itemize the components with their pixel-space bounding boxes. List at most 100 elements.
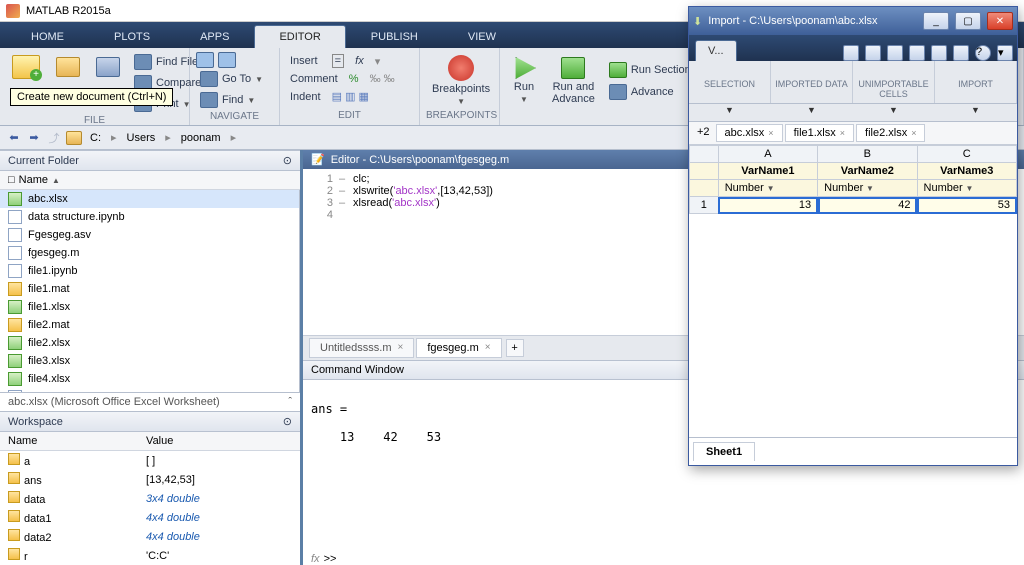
file-row[interactable]: file2.xlsx bbox=[0, 334, 299, 352]
file-row[interactable]: data structure.ipynb bbox=[0, 208, 299, 226]
file-row[interactable]: file1.xlsx bbox=[0, 298, 299, 316]
tab-plots[interactable]: PLOTS bbox=[89, 25, 175, 48]
file-row[interactable]: file3.xlsx bbox=[0, 352, 299, 370]
find-button[interactable]: Find ▼ bbox=[196, 90, 273, 110]
insert-button[interactable]: Insert = fx ▾ bbox=[286, 52, 413, 70]
file-icon bbox=[8, 192, 22, 206]
col-name[interactable]: Name bbox=[0, 432, 138, 451]
editor-tab[interactable]: fgesgeg.m × bbox=[416, 338, 501, 358]
import-file-tab[interactable]: file1.xlsx × bbox=[785, 124, 854, 142]
workspace-row[interactable]: data3x4 double bbox=[0, 489, 300, 508]
import-section[interactable]: IMPORTED DATA bbox=[771, 61, 853, 103]
qat-icon[interactable] bbox=[865, 45, 881, 61]
qat-icon[interactable] bbox=[931, 45, 947, 61]
close-icon[interactable]: × bbox=[911, 128, 916, 138]
file-icon bbox=[8, 282, 22, 296]
tab-publish[interactable]: PUBLISH bbox=[346, 25, 443, 48]
close-icon[interactable]: × bbox=[840, 128, 845, 138]
qat-icon[interactable] bbox=[887, 45, 903, 61]
close-icon[interactable]: × bbox=[485, 342, 491, 353]
ribbon-group-label: NAVIGATE bbox=[196, 110, 273, 122]
collapse-icon[interactable]: ˆ bbox=[288, 396, 292, 408]
goto-button[interactable]: Go To ▼ bbox=[196, 69, 273, 89]
ribbon-group-label: EDIT bbox=[286, 109, 413, 121]
file-row[interactable]: abc.xlsx bbox=[0, 190, 299, 208]
qat-menu-icon[interactable]: ▾ bbox=[997, 45, 1013, 61]
workspace-title: Workspace⊙ bbox=[0, 411, 300, 432]
import-tab-variable[interactable]: V... bbox=[695, 40, 737, 61]
tab-apps[interactable]: APPS bbox=[175, 25, 254, 48]
import-file-tab[interactable]: file2.xlsx × bbox=[856, 124, 925, 142]
col-value[interactable]: Value bbox=[138, 432, 300, 451]
new-button[interactable]: + bbox=[6, 52, 46, 82]
close-icon[interactable]: × bbox=[398, 342, 404, 353]
matlab-logo-icon bbox=[6, 4, 20, 18]
ribbon-group-label: FILE bbox=[6, 114, 183, 126]
file-row[interactable]: file4.xlsx bbox=[0, 370, 299, 388]
qat-help-icon[interactable]: ? bbox=[975, 45, 991, 61]
workspace-row[interactable]: ans[13,42,53] bbox=[0, 470, 300, 489]
sheet-tab[interactable]: Sheet1 bbox=[693, 442, 755, 461]
maximize-button[interactable]: ▢ bbox=[955, 12, 981, 30]
file-row[interactable]: Fgesgeg.asv bbox=[0, 226, 299, 244]
workspace-row[interactable]: r'C:C' bbox=[0, 546, 300, 565]
file-icon bbox=[8, 354, 22, 368]
tab-view[interactable]: VIEW bbox=[443, 25, 521, 48]
run-button[interactable]: Run▼ bbox=[506, 52, 542, 109]
import-section[interactable]: SELECTION bbox=[689, 61, 771, 103]
import-titlebar[interactable]: ⬇ Import - C:\Users\poonam\abc.xlsx _ ▢ … bbox=[689, 7, 1017, 35]
file-row[interactable]: file2.mat bbox=[0, 316, 299, 334]
save-button[interactable] bbox=[90, 52, 126, 82]
breadcrumb-segment[interactable]: poonam bbox=[177, 130, 225, 146]
advance-button[interactable]: Advance bbox=[605, 82, 695, 102]
import-section[interactable]: IMPORT bbox=[935, 61, 1017, 103]
panel-menu-button[interactable]: ⊙ bbox=[283, 415, 292, 428]
workspace-table: NameValue a[ ]ans[13,42,53]data3x4 doubl… bbox=[0, 432, 300, 565]
tab-editor[interactable]: EDITOR bbox=[254, 25, 345, 48]
editor-tab[interactable]: Untitledssss.m × bbox=[309, 338, 414, 358]
nav-fwd-icon[interactable] bbox=[218, 52, 236, 68]
fx-icon: fx bbox=[311, 553, 320, 565]
nav-forward-button[interactable]: ➡ bbox=[26, 130, 42, 146]
breadcrumb-segment[interactable]: C: bbox=[86, 130, 105, 146]
breadcrumb-segment[interactable]: Users bbox=[123, 130, 160, 146]
nav-up-button[interactable]: ⤴ bbox=[46, 130, 62, 146]
comment-button[interactable]: Comment % ‰ ‰ bbox=[286, 71, 413, 87]
close-button[interactable]: ✕ bbox=[987, 12, 1013, 30]
qat-icon[interactable] bbox=[953, 45, 969, 61]
open-button[interactable] bbox=[50, 52, 86, 82]
qat-icon[interactable] bbox=[909, 45, 925, 61]
nav-back-button[interactable]: ⬅ bbox=[6, 130, 22, 146]
file-row[interactable]: file1.mat bbox=[0, 280, 299, 298]
file-row[interactable]: fgesgeg.m bbox=[0, 244, 299, 262]
workspace-row[interactable]: a[ ] bbox=[0, 451, 300, 471]
run-advance-button[interactable]: Run and Advance bbox=[546, 52, 601, 109]
import-grid[interactable]: ABC VarName1VarName2VarName3 Number ▼Num… bbox=[689, 145, 1017, 438]
close-icon[interactable]: × bbox=[768, 128, 773, 138]
ribbon-group-breakpoints: Breakpoints▼ BREAKPOINTS bbox=[420, 48, 500, 125]
breadcrumb[interactable]: C:▸Users▸poonam▸ bbox=[86, 129, 240, 146]
workspace-row[interactable]: data24x4 double bbox=[0, 527, 300, 546]
breakpoints-button[interactable]: Breakpoints▼ bbox=[426, 52, 496, 109]
run-icon bbox=[512, 57, 536, 79]
workspace-row[interactable]: data14x4 double bbox=[0, 508, 300, 527]
file-row[interactable]: file1.ipynb bbox=[0, 262, 299, 280]
goto-icon bbox=[200, 71, 218, 87]
import-section[interactable]: UNIMPORTABLE CELLS bbox=[853, 61, 935, 103]
minimize-button[interactable]: _ bbox=[923, 12, 949, 30]
command-prompt[interactable]: fx>> bbox=[303, 553, 1024, 565]
import-title: Import - C:\Users\poonam\abc.xlsx bbox=[708, 15, 917, 27]
indent-button[interactable]: Indent ▤ ▥ ▦ bbox=[286, 88, 413, 105]
import-sheet-tabs: Sheet1 bbox=[689, 438, 1017, 465]
nav-back-icon[interactable] bbox=[196, 52, 214, 68]
panel-menu-button[interactable]: ⊙ bbox=[283, 154, 292, 167]
ribbon-group-navigate: Go To ▼ Find ▼ NAVIGATE bbox=[190, 48, 280, 125]
file-icon bbox=[8, 372, 22, 386]
run-section-button[interactable]: Run Section bbox=[605, 60, 695, 80]
editor-icon: 📝 bbox=[311, 153, 325, 166]
file-list-header[interactable]: □ Name ▲ bbox=[0, 171, 300, 190]
tab-home[interactable]: HOME bbox=[6, 25, 89, 48]
import-file-tab[interactable]: abc.xlsx × bbox=[716, 124, 783, 142]
add-tab-button[interactable]: + bbox=[506, 339, 524, 357]
qat-icon[interactable] bbox=[843, 45, 859, 61]
